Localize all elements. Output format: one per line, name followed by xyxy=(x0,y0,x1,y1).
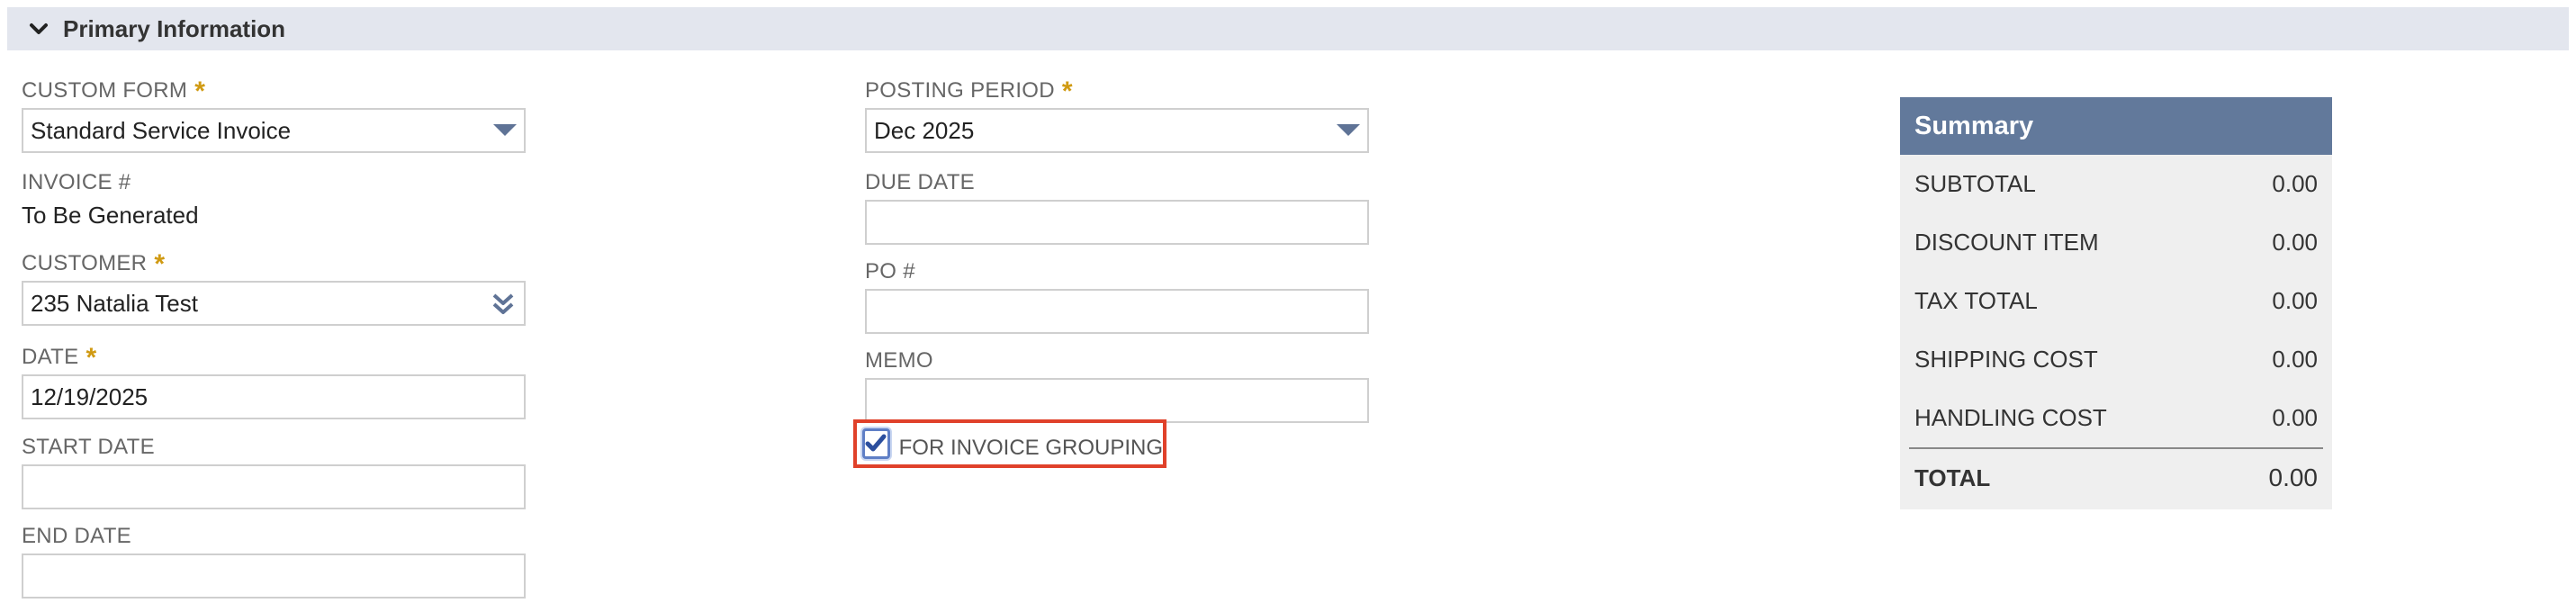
summary-title: Summary xyxy=(1900,97,2332,155)
end-date-label: END DATE xyxy=(22,524,131,548)
caret-down-icon[interactable] xyxy=(1337,124,1360,136)
po-number-field: PO # xyxy=(865,258,1369,334)
section-title: Primary Information xyxy=(63,14,286,42)
date-input[interactable]: 12/19/2025 xyxy=(22,374,526,419)
end-date-input[interactable] xyxy=(22,554,526,598)
summary-row: DISCOUNT ITEM 0.00 xyxy=(1900,213,2332,272)
required-marker: * xyxy=(1061,76,1073,106)
po-number-input[interactable] xyxy=(865,289,1369,334)
summary-row-amount: 0.00 xyxy=(2272,346,2318,373)
summary-row: SHIPPING COST 0.00 xyxy=(1900,330,2332,389)
posting-period-field: POSTING PERIOD * Dec 2025 xyxy=(865,76,1369,153)
start-date-label: START DATE xyxy=(22,435,155,459)
summary-row: TAX TOTAL 0.00 xyxy=(1900,272,2332,330)
required-marker: * xyxy=(154,249,166,279)
customer-field: CUSTOMER * 235 Natalia Test xyxy=(22,248,526,326)
date-label: DATE xyxy=(22,345,79,369)
due-date-input[interactable] xyxy=(865,200,1369,245)
required-marker: * xyxy=(86,343,97,373)
posting-period-value: Dec 2025 xyxy=(874,116,975,144)
invoice-grouping-checkbox[interactable] xyxy=(862,428,890,459)
invoice-grouping-highlight: FOR INVOICE GROUPING xyxy=(853,419,1166,468)
summary-total-amount: 0.00 xyxy=(2268,464,2319,491)
summary-row-label: SUBTOTAL xyxy=(1914,170,2036,197)
summary-row: HANDLING COST 0.00 xyxy=(1900,389,2332,447)
summary-row-label: SHIPPING COST xyxy=(1914,346,2098,373)
posting-period-label: POSTING PERIOD xyxy=(865,78,1055,103)
due-date-field: DUE DATE xyxy=(865,169,1369,245)
posting-period-select[interactable]: Dec 2025 xyxy=(865,108,1369,153)
summary-row-amount: 0.00 xyxy=(2272,287,2318,314)
invoice-grouping-label: FOR INVOICE GROUPING xyxy=(898,436,1163,460)
memo-input[interactable] xyxy=(865,378,1369,423)
summary-row-label: TAX TOTAL xyxy=(1914,287,2038,314)
summary-row-label: DISCOUNT ITEM xyxy=(1914,229,2099,256)
custom-form-field: CUSTOM FORM * Standard Service Invoice xyxy=(22,76,526,153)
summary-row-amount: 0.00 xyxy=(2272,404,2318,431)
memo-field: MEMO xyxy=(865,347,1369,423)
customer-label: CUSTOMER xyxy=(22,251,148,275)
due-date-label: DUE DATE xyxy=(865,170,975,194)
summary-total-label: TOTAL xyxy=(1914,464,1991,491)
chevron-down-icon[interactable] xyxy=(27,17,50,40)
date-value: 12/19/2025 xyxy=(31,382,149,410)
summary-panel: Summary SUBTOTAL 0.00 DISCOUNT ITEM 0.00… xyxy=(1900,97,2332,509)
required-marker: * xyxy=(194,76,206,106)
start-date-field: START DATE xyxy=(22,434,526,509)
checkmark-icon xyxy=(865,434,887,452)
start-date-input[interactable] xyxy=(22,464,526,509)
summary-row-amount: 0.00 xyxy=(2272,229,2318,256)
section-header-primary-information[interactable]: Primary Information xyxy=(7,7,2569,50)
invoice-number-label: INVOICE # xyxy=(22,170,131,194)
double-chevron-down-icon[interactable] xyxy=(491,292,515,323)
invoice-number-value: To Be Generated xyxy=(22,202,199,229)
summary-row-amount: 0.00 xyxy=(2272,170,2318,197)
summary-row: SUBTOTAL 0.00 xyxy=(1900,155,2332,213)
po-number-label: PO # xyxy=(865,259,915,284)
custom-form-value: Standard Service Invoice xyxy=(31,116,292,144)
memo-label: MEMO xyxy=(865,348,933,373)
customer-select[interactable]: 235 Natalia Test xyxy=(22,281,526,326)
date-field: DATE * 12/19/2025 xyxy=(22,342,526,419)
invoice-number-field: INVOICE # To Be Generated xyxy=(22,169,199,230)
customer-value: 235 Natalia Test xyxy=(31,289,198,317)
end-date-field: END DATE xyxy=(22,523,526,598)
custom-form-label: CUSTOM FORM xyxy=(22,78,188,103)
summary-total-row: TOTAL 0.00 xyxy=(1900,449,2332,507)
custom-form-select[interactable]: Standard Service Invoice xyxy=(22,108,526,153)
summary-row-label: HANDLING COST xyxy=(1914,404,2107,431)
caret-down-icon[interactable] xyxy=(493,124,517,136)
